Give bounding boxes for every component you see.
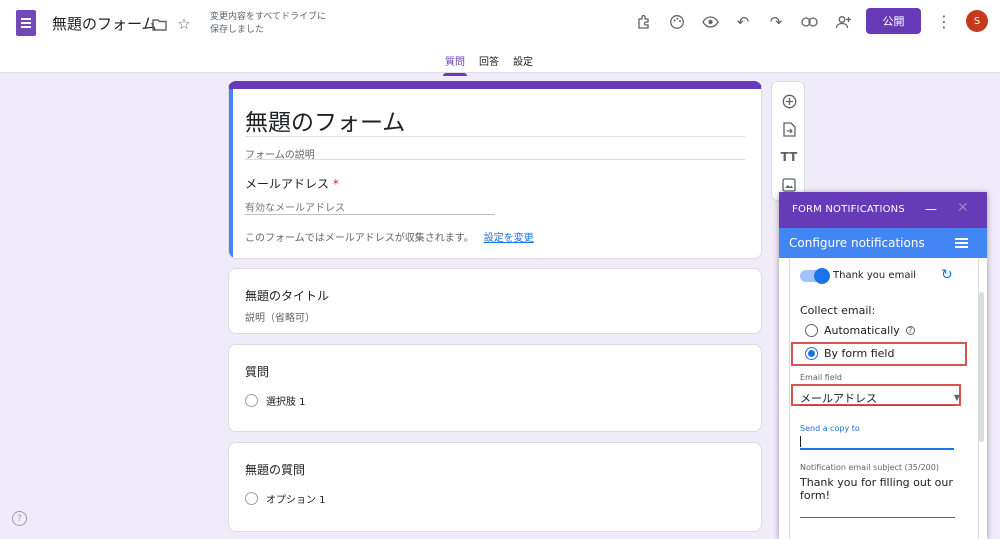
palette-icon[interactable] [665,10,689,34]
form-title-card[interactable]: 無題のフォーム フォームの説明 メールアドレス * 有効なメールアドレス このフ… [228,81,762,259]
addons-puzzle-icon[interactable] [632,10,656,34]
panel-body: Thank you email ↻ Collect email: Automat… [789,258,979,539]
collect-note-text: このフォームではメールアドレスが収集されます。 [245,233,474,244]
app-header: 無題のフォーム ☆ 変更内容をすべてドライブに保存しました ↶ ↷ 公開 ⋮ S… [0,0,1000,76]
configure-bar: Configure notifications [779,228,987,258]
form-tabs: 質問 回答 設定 [443,53,533,76]
publish-button[interactable]: 公開 [866,8,921,34]
option-label: オプション 1 [266,495,326,506]
menu-icon[interactable] [955,238,968,240]
radio-icon [805,324,818,337]
tab-settings[interactable]: 設定 [513,53,533,76]
option-form-field-label: By form field [824,347,895,360]
close-icon[interactable]: ✕ [957,200,969,216]
option-auto-label: Automatically [824,324,900,337]
email-field-label: Email field [800,373,842,382]
redo-icon[interactable]: ↷ [764,10,788,34]
radio-icon [245,492,258,505]
folder-icon[interactable] [147,12,171,36]
collect-email-label: Collect email: [800,304,876,317]
question-title[interactable]: 質問 [245,363,269,380]
import-questions-icon[interactable] [777,117,801,141]
option-item[interactable]: オプション 1 [245,491,326,506]
email-field-select[interactable]: メールアドレス ▼ [800,390,960,406]
tab-responses[interactable]: 回答 [479,53,499,76]
tab-questions[interactable]: 質問 [443,53,467,76]
panel-scrollbar[interactable] [979,292,984,442]
collect-email-note: このフォームではメールアドレスが収集されます。 設定を変更 [245,229,534,244]
section-title-card[interactable]: 無題のタイトル 説明（省略可） [228,268,762,334]
divider [245,136,745,137]
change-settings-link[interactable]: 設定を変更 [484,233,534,244]
link-icon[interactable] [797,10,821,34]
configure-title: Configure notifications [789,236,925,250]
send-copy-label: Send a copy to [800,424,860,433]
star-icon[interactable]: ☆ [172,12,196,36]
form-title[interactable]: 無題のフォーム [245,103,405,137]
required-mark: * [332,177,339,191]
add-question-icon[interactable] [777,89,801,113]
question-title[interactable]: 無題の質問 [245,461,305,478]
more-vert-icon[interactable]: ⋮ [932,9,956,33]
save-status: 変更内容をすべてドライブに保存しました [210,12,327,35]
thank-you-toggle[interactable] [800,268,830,284]
document-title[interactable]: 無題のフォーム [52,13,157,34]
radio-checked-icon [805,347,818,360]
email-question-label: メールアドレス * [245,175,339,192]
side-toolbar: TT [771,81,805,201]
subject-underline [800,517,955,518]
question-card[interactable]: 無題の質問 オプション 1 [228,442,762,532]
divider [245,159,745,160]
email-field-value: メールアドレス [800,392,877,405]
thank-you-label: Thank you email [833,270,917,281]
select-underline [800,405,955,406]
panel-title: FORM NOTIFICATIONS [792,204,905,215]
send-copy-input[interactable] [800,434,954,450]
panel-header: FORM NOTIFICATIONS — ✕ [779,192,987,228]
help-icon[interactable]: ? [12,511,27,526]
minimize-icon[interactable]: — [925,202,937,216]
add-title-icon[interactable]: TT [777,145,801,169]
option-by-form-field[interactable]: By form field [805,347,894,360]
preview-eye-icon[interactable] [698,10,722,34]
subject-label: Notification email subject (35/200) [800,463,939,472]
option-automatically[interactable]: Automatically ? [805,324,915,337]
user-avatar[interactable]: S [966,10,988,32]
form-notifications-panel: FORM NOTIFICATIONS — ✕ Configure notific… [779,192,987,539]
refresh-icon[interactable]: ↻ [941,267,953,283]
email-input-underline [245,214,495,215]
option-item[interactable]: 選択肢 1 [245,393,306,408]
add-collaborator-icon[interactable] [831,10,855,34]
question-card[interactable]: 質問 選択肢 1 [228,344,762,432]
info-icon[interactable]: ? [905,326,915,335]
subject-input[interactable]: Thank you for filling out our form! [800,476,960,502]
email-label-text: メールアドレス [245,177,330,191]
email-input-placeholder[interactable]: 有効なメールアドレス [245,199,345,214]
forms-logo-icon[interactable] [16,10,36,36]
question-description[interactable]: 説明（省略可） [245,309,315,324]
radio-icon [245,394,258,407]
question-title[interactable]: 無題のタイトル [245,287,329,304]
undo-icon[interactable]: ↶ [731,10,755,34]
option-label: 選択肢 1 [266,397,306,408]
toggle-knob [814,268,830,284]
